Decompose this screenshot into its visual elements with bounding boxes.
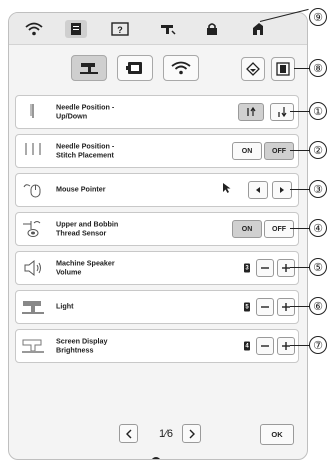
row-label: Mouse Pointer (56, 184, 106, 194)
sewing-machine-tab[interactable] (71, 55, 107, 81)
callout-line (294, 68, 310, 69)
frame-display-button[interactable] (271, 57, 295, 81)
svg-text:?: ? (117, 25, 123, 35)
callout-line (290, 306, 310, 307)
row-label: Needle Position - Stitch Placement (56, 141, 115, 159)
decrease-button[interactable] (256, 259, 274, 277)
increase-button[interactable] (277, 259, 295, 277)
row-label: Machine Speaker Volume (56, 258, 115, 276)
callout-1: ① (309, 102, 327, 120)
sewing-machine-settings-icon[interactable] (157, 20, 179, 38)
triple-needle-icon (21, 142, 45, 160)
top-toolbar: ? (9, 13, 307, 45)
callout-6: ⑥ (309, 297, 327, 315)
increase-button[interactable] (277, 298, 295, 316)
callout-line (290, 228, 310, 229)
callout-line (290, 189, 310, 190)
callout-2: ② (309, 141, 327, 159)
upper-bobbin-thread-sensor-row: Upper and Bobbin Thread Sensor ON OFF (15, 212, 299, 246)
needle-position-up-down-row: Needle Position - Up/Down (15, 95, 299, 129)
callout-9: ⑨ (309, 8, 327, 26)
embroidery-frame-tab[interactable] (117, 55, 153, 81)
off-button[interactable]: OFF (264, 220, 294, 238)
previous-page-button[interactable] (119, 424, 138, 443)
decrease-button[interactable] (256, 298, 274, 316)
increase-button[interactable] (277, 337, 295, 355)
callout-7: ⑦ (309, 336, 327, 354)
needle-down-button[interactable] (270, 103, 294, 121)
speaker-icon (21, 259, 45, 277)
ok-button[interactable]: OK (260, 424, 294, 445)
callout-4: ④ (309, 219, 327, 237)
row-label: Light (56, 301, 74, 311)
light-level: 5 (244, 302, 250, 312)
home-icon[interactable] (151, 457, 161, 459)
screen-display-brightness-row: Screen Display Brightness 4 (15, 329, 299, 363)
mouse-icon (21, 181, 45, 199)
machine-light-icon (21, 298, 45, 316)
wifi-tab[interactable] (163, 55, 199, 81)
callout-3: ③ (309, 180, 327, 198)
callout-line (290, 150, 310, 151)
off-button[interactable]: OFF (264, 142, 294, 160)
callout-line (290, 267, 310, 268)
needle-position-stitch-placement-row: Needle Position - Stitch Placement ON OF… (15, 134, 299, 168)
callout-5: ⑤ (309, 258, 327, 276)
row-label: Needle Position - Up/Down (56, 102, 115, 120)
pointer-arrow-icon (222, 181, 232, 199)
on-button[interactable]: ON (232, 142, 262, 160)
row-label: Upper and Bobbin Thread Sensor (56, 219, 119, 237)
decrease-button[interactable] (256, 337, 274, 355)
brightness-level: 4 (244, 341, 250, 351)
page-indicator: 1⁄6 (158, 427, 174, 440)
callout-line (290, 111, 310, 112)
eraser-button[interactable] (241, 57, 265, 81)
pointer-left-button[interactable] (248, 181, 268, 199)
row-label: Screen Display Brightness (56, 336, 108, 354)
thread-sensor-icon (21, 220, 45, 238)
light-row: Light 5 (15, 290, 299, 324)
help-icon[interactable]: ? (109, 20, 131, 38)
lock-icon[interactable] (201, 20, 223, 38)
document-icon[interactable] (65, 20, 87, 38)
screen-brightness-icon (21, 337, 45, 355)
volume-level: 3 (244, 263, 250, 273)
needle-up-button[interactable] (238, 103, 264, 121)
settings-screen: ? Needle Position - Up/Down Needle Posit… (8, 12, 308, 460)
embroidery-icon[interactable] (247, 20, 269, 38)
callout-line (290, 345, 310, 346)
pointer-right-button[interactable] (272, 181, 292, 199)
next-page-button[interactable] (182, 424, 201, 443)
machine-speaker-volume-row: Machine Speaker Volume 3 (15, 251, 299, 285)
wifi-icon[interactable] (23, 20, 45, 38)
callout-8: ⑧ (309, 59, 327, 77)
mouse-pointer-row: Mouse Pointer (15, 173, 299, 207)
on-button[interactable]: ON (232, 220, 262, 238)
needle-icon (21, 103, 45, 121)
